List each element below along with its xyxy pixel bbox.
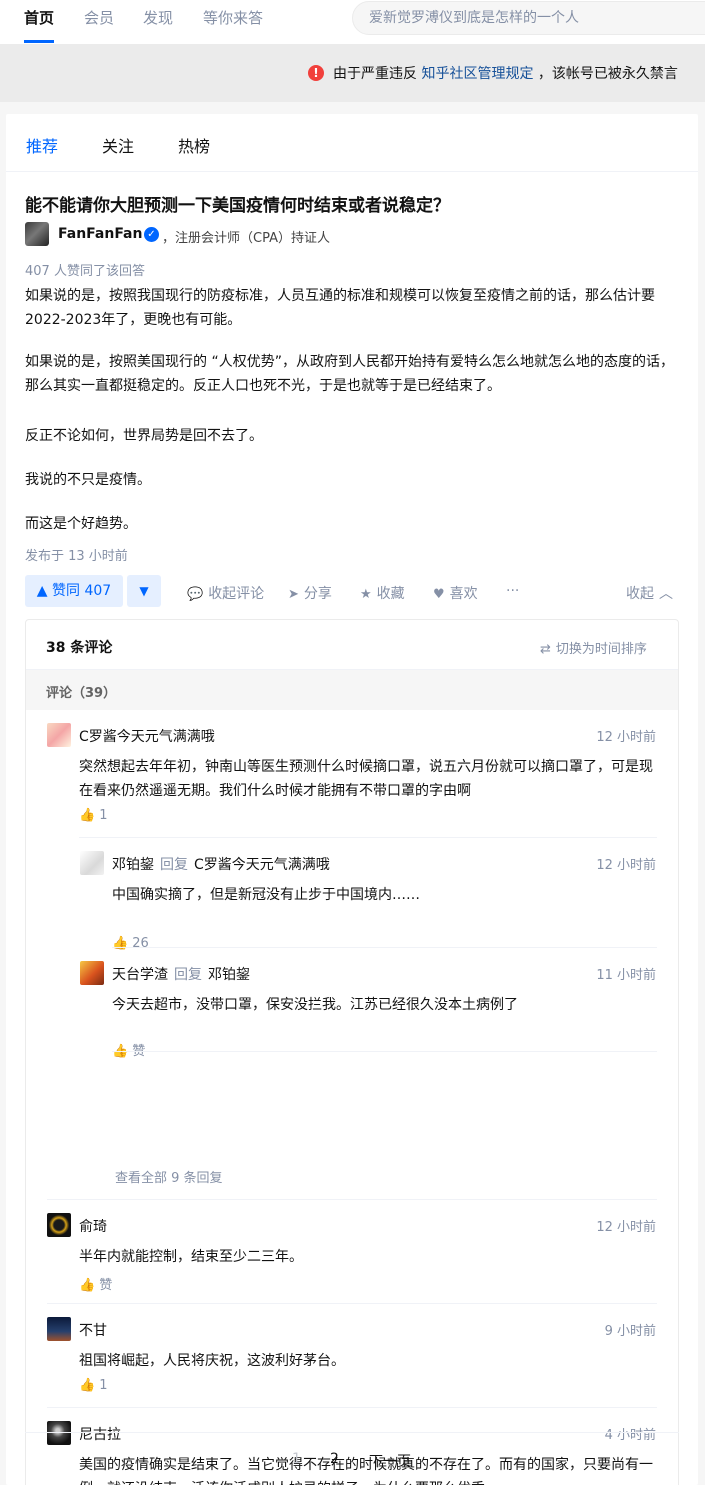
divider (112, 1051, 657, 1052)
comment-text: 中国确实摘了，但是新冠没有止步于中国境内…… (112, 887, 420, 903)
collapse-answer-button[interactable]: 收起 ︿ (626, 583, 673, 603)
reply-to-author[interactable]: C罗酱今天元气满满哦 (194, 857, 330, 873)
tab-hot[interactable]: 热榜 (178, 133, 210, 157)
comment-like-button[interactable]: 👍 1 (79, 808, 107, 823)
divider (25, 1432, 679, 1433)
nav-discover[interactable]: 发现 (143, 0, 173, 44)
divider (79, 837, 657, 838)
sort-toggle-button[interactable]: ⇄ 切换为时间排序 (540, 638, 647, 657)
answer-paragraph: 反正不论如何，世界局势是回不去了。 (25, 428, 263, 444)
avatar[interactable] (47, 723, 71, 747)
downvote-button[interactable]: ▼ (127, 575, 161, 607)
page-1[interactable]: 1 (292, 1451, 301, 1467)
comment-text: 突然想起去年年初，钟南山等医生预测什么时候摘口罩，说五六月份就可以摘口罩了，可是… (79, 759, 653, 799)
author-name[interactable]: FanFanFan (58, 226, 142, 242)
like-button[interactable]: ♥ 喜欢 (433, 583, 478, 603)
see-all-replies-link[interactable]: 查看全部 9 条回复 (115, 1167, 223, 1186)
comment-author: 天台学渣 回复 邓铂鋆 (112, 967, 250, 983)
thumbs-up-icon: 👍 (79, 1278, 96, 1293)
answer-paragraph: 如果说的是，按照美国现行的 “人权优势”，从政府到人民都开始持有爱特么怎么地就怎… (25, 354, 674, 394)
comments-header: 38 条评论 ⇄ 切换为时间排序 (26, 620, 678, 670)
feed-card: 推荐 关注 热榜 能不能请你大胆预测一下美国疫情何时结束或者说稳定？ FanFa… (6, 114, 698, 1485)
feed-tabs: 推荐 关注 热榜 (6, 114, 698, 172)
divider (47, 1407, 657, 1408)
reply-to-author[interactable]: 邓铂鋆 (208, 967, 250, 983)
thumbs-up-icon: 👍 (79, 1378, 96, 1393)
page-2[interactable]: 2 (330, 1451, 339, 1467)
comment-text: 半年内就能控制，结束至少二三年。 (79, 1249, 303, 1265)
share-button[interactable]: ➤ 分享 (288, 583, 332, 603)
comment-text: 祖国将崛起，人民将庆祝，这波利好茅台。 (79, 1353, 345, 1369)
nav-home[interactable]: 首页 (24, 0, 54, 44)
avatar[interactable] (80, 961, 104, 985)
comment-author[interactable]: 俞琦 (79, 1216, 107, 1236)
paper-plane-icon: ➤ (288, 587, 299, 602)
comment-time: 12 小时前 (596, 1220, 656, 1235)
comments-section-header: 评论（39） (26, 670, 678, 710)
avatar[interactable] (80, 851, 104, 875)
thumbs-up-icon: 👍 (79, 808, 96, 823)
comment-item: 不甘 9 小时前 祖国将崛起，人民将庆祝，这波利好茅台。 👍 1 (47, 1317, 656, 1403)
heart-icon: ♥ (433, 587, 445, 602)
comment-author[interactable]: 尼古拉 (79, 1424, 121, 1444)
star-icon: ★ (360, 587, 372, 602)
ban-notice-text: 由于严重违反 知乎社区管理规定 ，该帐号已被永久禁言 (333, 66, 678, 82)
nav-waiting-answers[interactable]: 等你来答 (203, 0, 263, 44)
posted-time[interactable]: 发布于 13 小时前 (25, 545, 128, 564)
tab-follow[interactable]: 关注 (102, 133, 134, 157)
comments-count: 38 条评论 (46, 640, 113, 656)
comment-time: 12 小时前 (596, 730, 656, 745)
pagination: 1 2 下一页 (25, 1442, 679, 1482)
comment-author[interactable]: C罗酱今天元气满满哦 (79, 726, 215, 746)
verified-check-icon: ✓ (144, 227, 159, 242)
divider (47, 1199, 657, 1200)
comment-time: 9 小时前 (604, 1324, 656, 1339)
comment-author: 邓铂鋆 回复 C罗酱今天元气满满哦 (112, 857, 330, 873)
community-rules-link[interactable]: 知乎社区管理规定 (421, 66, 533, 82)
exclamation-circle-icon: ! (308, 65, 324, 81)
nav-vip[interactable]: 会员 (84, 0, 114, 44)
divider (47, 1303, 657, 1304)
answer-paragraph: 如果说的是，按照我国现行的防疫标准，人员互通的标准和规模可以恢复至疫情之前的话，… (25, 288, 655, 328)
avatar[interactable] (47, 1213, 71, 1237)
chevron-up-icon: ︿ (659, 586, 673, 602)
comment-time: 11 小时前 (596, 968, 656, 983)
top-nav: 首页 会员 发现 等你来答 (0, 0, 705, 44)
voters-count[interactable]: 407 人赞同了该回答 (25, 260, 145, 279)
switch-arrows-icon: ⇄ (540, 642, 551, 657)
comment-like-button[interactable]: 👍 1 (79, 1378, 107, 1393)
comment-like-button[interactable]: 👍 赞 (79, 1274, 112, 1293)
upvote-button[interactable]: ▲ 赞同 407 (25, 575, 123, 607)
search-input[interactable] (369, 2, 699, 34)
comment-like-button[interactable]: 👍 赞 (112, 1040, 145, 1059)
author-avatar[interactable] (25, 222, 49, 246)
collect-button[interactable]: ★ 收藏 (360, 583, 405, 603)
answer-paragraph: 我说的不只是疫情。 (25, 472, 151, 488)
answer-paragraph: 而这是个好趋势。 (25, 516, 137, 532)
search-box[interactable] (352, 1, 705, 35)
avatar[interactable] (47, 1317, 71, 1341)
thumbs-up-icon: 👍 (112, 936, 129, 951)
reply-item: 邓铂鋆 回复 C罗酱今天元气满满哦 12 小时前 中国确实摘了，但是新冠没有止步于中… (80, 851, 656, 951)
comments-panel: 38 条评论 ⇄ 切换为时间排序 评论（39） C罗酱今天元气满满哦 12 小时前… (25, 619, 679, 1485)
comment-like-button[interactable]: 👍 26 (112, 936, 149, 951)
reply-item: 天台学渣 回复 邓铂鋆 11 小时前 今天去超市，没带口罩，保安没拦我。江苏已经很久… (80, 961, 656, 1059)
divider (112, 947, 657, 948)
comment-time: 12 小时前 (596, 858, 656, 873)
author-bio: ，注册会计师（CPA）持证人 (162, 231, 330, 246)
comment-text: 今天去超市，没带口罩，保安没拦我。江苏已经很久没本土病例了 (112, 997, 518, 1013)
comment-item: C罗酱今天元气满满哦 12 小时前 突然想起去年年初，钟南山等医生预测什么时候摘… (47, 723, 656, 833)
next-page-button[interactable]: 下一页 (369, 1451, 411, 1471)
question-title[interactable]: 能不能请你大胆预测一下美国疫情何时结束或者说稳定？ (25, 191, 450, 216)
comment-bubble-icon: 💬 (187, 587, 204, 602)
ban-notice-banner: ! 由于严重违反 知乎社区管理规定 ，该帐号已被永久禁言 (0, 44, 705, 102)
comment-time: 4 小时前 (604, 1428, 656, 1443)
comment-author[interactable]: 不甘 (79, 1320, 107, 1340)
nav-active-indicator (24, 40, 54, 43)
tab-recommend[interactable]: 推荐 (26, 133, 58, 157)
collapse-comments-button[interactable]: 💬 收起评论 (187, 583, 264, 603)
comment-item: 俞琦 12 小时前 半年内就能控制，结束至少二三年。 👍 赞 (47, 1213, 656, 1299)
more-button[interactable]: ··· (506, 583, 519, 599)
